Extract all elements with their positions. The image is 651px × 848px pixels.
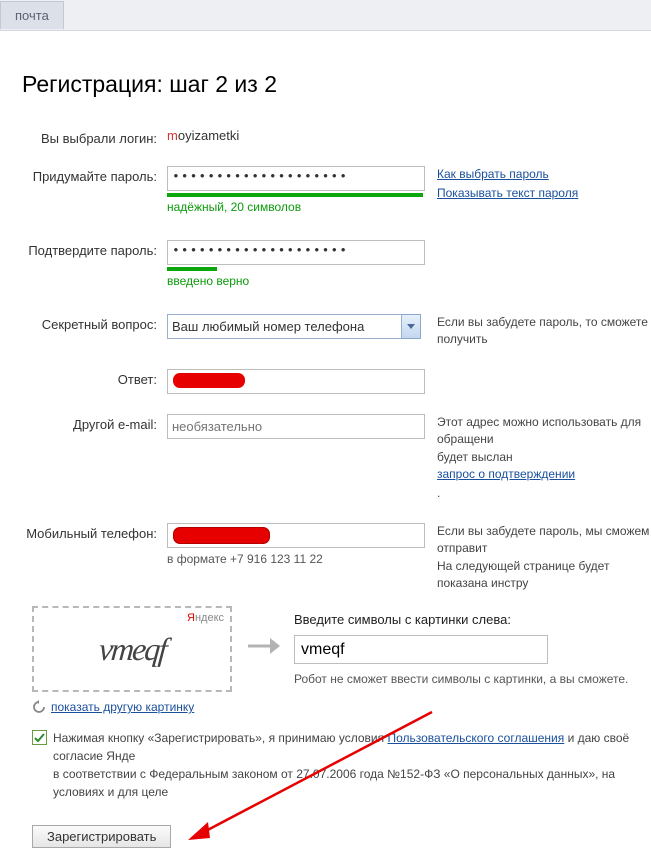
link-confirm-request[interactable]: запрос о подтверждении (437, 466, 651, 483)
register-button[interactable]: Зарегистрировать (32, 825, 171, 848)
login-rest: oyizametki (178, 128, 239, 143)
phone-format-hint: в формате +7 916 123 11 22 (167, 552, 421, 566)
annotation-arrow (182, 706, 442, 846)
row-phone: Мобильный телефон: в формате +7 916 123 … (22, 523, 651, 593)
captcha-brand-y: Я (187, 612, 195, 624)
answer-redacted (173, 373, 245, 388)
secret-select-value[interactable]: Ваш любимый номер телефона (167, 314, 402, 339)
password-input[interactable]: •••••••••••••••••••• (167, 166, 425, 191)
captcha-input[interactable] (294, 635, 548, 664)
captcha-right: Введите символы с картинки слева: Робот … (294, 606, 651, 686)
link-choose-password[interactable]: Как выбрать пароль (437, 166, 651, 183)
confirm-input[interactable]: •••••••••••••••••••• (167, 240, 425, 265)
captcha-prompt: Введите символы с картинки слева: (294, 612, 651, 627)
password-strength-bar (167, 193, 423, 197)
email-hint-pre: Этот адрес можно использовать для обраще… (437, 415, 641, 446)
chevron-down-icon (407, 324, 415, 330)
secret-select-button[interactable] (402, 314, 421, 339)
row-secret: Секретный вопрос: Ваш любимый номер теле… (22, 314, 651, 349)
row-email: Другой e-mail: Этот адрес можно использо… (22, 414, 651, 503)
page-title: Регистрация: шаг 2 из 2 (22, 71, 651, 98)
row-password: Придумайте пароль: •••••••••••••••••••• … (22, 166, 651, 214)
top-tabs: почта (0, 0, 651, 31)
phone-hint2: На следующей странице будет показана инс… (437, 559, 609, 590)
row-login: Вы выбрали логин: moyizametki (22, 128, 651, 146)
email-hint-post: . (437, 486, 440, 500)
answer-input[interactable] (167, 369, 425, 394)
label-answer: Ответ: (22, 369, 167, 394)
login-prefix: m (167, 128, 178, 143)
tab-mail[interactable]: почта (0, 1, 64, 29)
refresh-icon (32, 700, 46, 714)
password-hints: Как выбрать пароль Показывать текст паро… (421, 166, 651, 214)
confirm-status-label: введено верно (167, 274, 421, 288)
content: Регистрация: шаг 2 из 2 Вы выбрали логин… (0, 31, 651, 848)
login-value: moyizametki (167, 128, 239, 143)
secret-hint: Если вы забудете пароль, то сможете полу… (421, 314, 651, 349)
phone-redacted (173, 527, 270, 544)
link-show-password[interactable]: Показывать текст пароля (437, 185, 651, 202)
captcha-brand: Яндекс (187, 612, 224, 624)
captcha-image: Яндекс vmeqf (32, 606, 232, 692)
confirm-strength-bar (167, 267, 217, 271)
captcha-section: Яндекс vmeqf показать другую картинку Вв… (32, 606, 651, 714)
captcha-note: Робот не сможет ввести символы с картинк… (294, 672, 651, 686)
label-login: Вы выбрали логин: (22, 128, 167, 146)
check-icon (34, 733, 45, 743)
email-hint-mid: будет выслан (437, 450, 513, 464)
email-input[interactable] (167, 414, 425, 439)
row-answer: Ответ: (22, 369, 651, 394)
label-confirm: Подтвердите пароль: (22, 240, 167, 288)
phone-hint: Если вы забудете пароль, мы сможем отпра… (421, 523, 651, 593)
label-email: Другой e-mail: (22, 414, 167, 503)
password-strength-label: надёжный, 20 символов (167, 200, 421, 214)
secret-select: Ваш любимый номер телефона (167, 314, 421, 339)
label-phone: Мобильный телефон: (22, 523, 167, 593)
captcha-brand-rest: ндекс (195, 612, 224, 624)
row-confirm: Подтвердите пароль: ••••••••••••••••••••… (22, 240, 651, 288)
label-secret: Секретный вопрос: (22, 314, 167, 349)
arrow-right-icon (246, 606, 280, 661)
email-hint: Этот адрес можно использовать для обраще… (421, 414, 651, 503)
captcha-left: Яндекс vmeqf показать другую картинку (32, 606, 232, 714)
link-captcha-refresh[interactable]: показать другую картинку (51, 700, 194, 714)
phone-input[interactable] (167, 523, 425, 548)
label-password: Придумайте пароль: (22, 166, 167, 214)
captcha-distorted-text: vmeqf (97, 631, 167, 668)
phone-hint1: Если вы забудете пароль, мы сможем отпра… (437, 524, 649, 555)
agreement-checkbox[interactable] (32, 730, 47, 745)
